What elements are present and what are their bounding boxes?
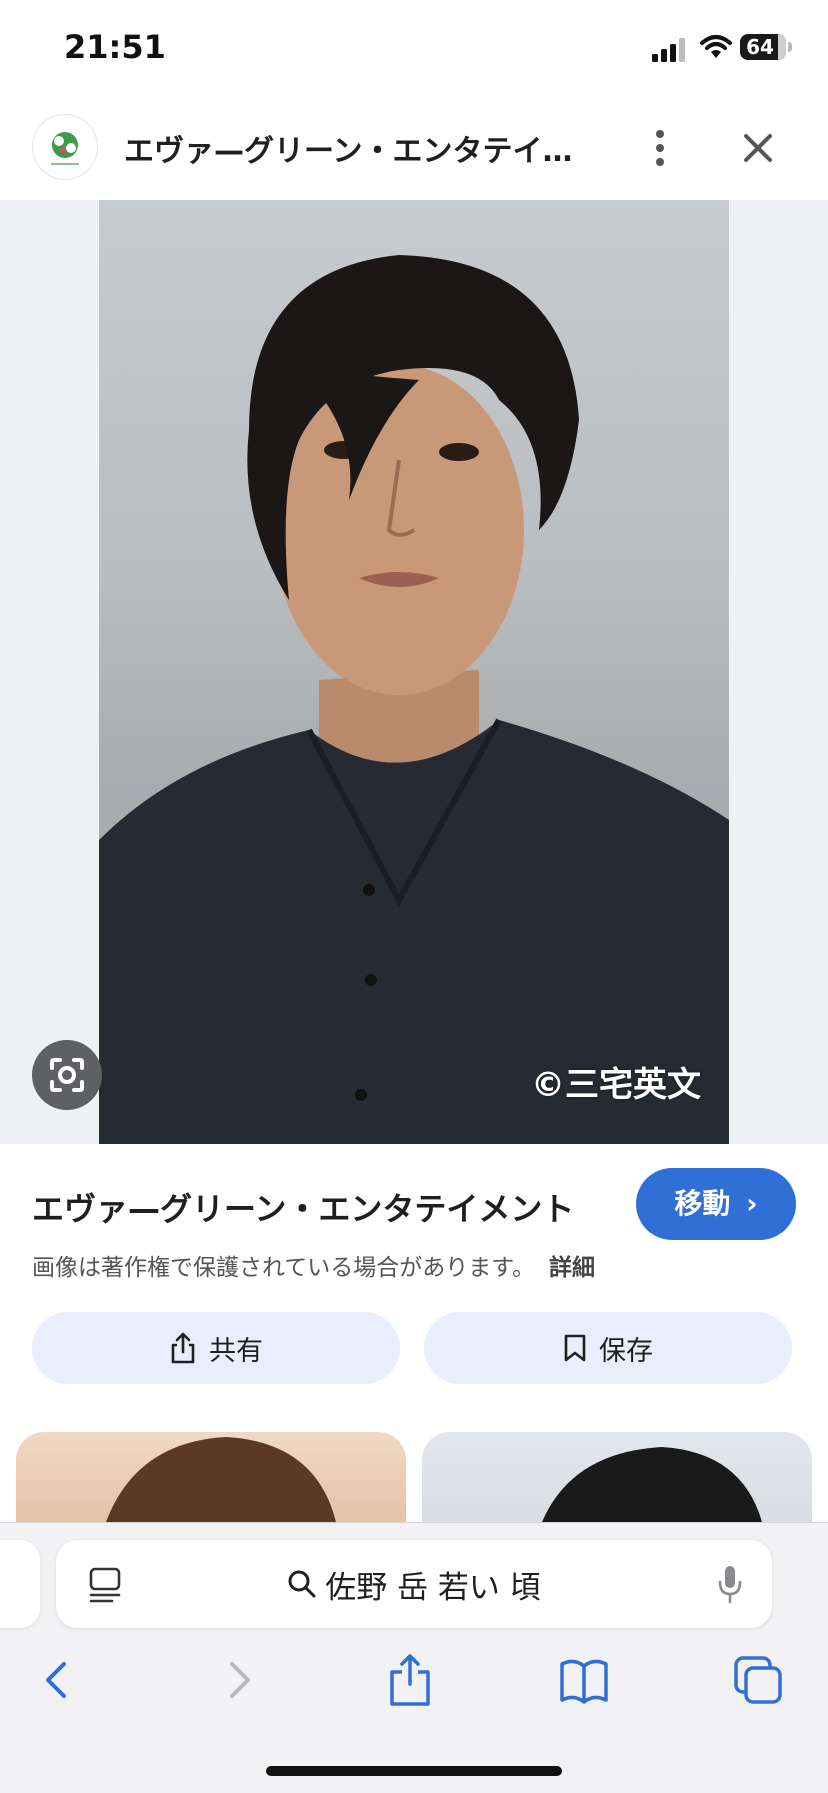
more-options-icon[interactable] [640, 120, 680, 176]
thumbnail-photo [106, 1437, 336, 1522]
portrait-illustration [99, 255, 729, 1144]
battery-level: 64 [746, 35, 774, 59]
save-button-label: 保存 [599, 1335, 653, 1367]
related-image-thumbnail[interactable] [422, 1432, 812, 1522]
share-icon [171, 1332, 195, 1364]
share-button-label: 共有 [209, 1335, 263, 1367]
tabs-icon[interactable] [730, 1652, 790, 1708]
lens-search-icon [50, 1058, 84, 1092]
previous-tab-preview[interactable] [0, 1540, 40, 1628]
save-button[interactable]: 保存 [424, 1312, 792, 1384]
battery-tip [788, 42, 792, 52]
google-lens-button[interactable] [32, 1040, 102, 1110]
microphone-icon[interactable] [716, 1564, 744, 1604]
page-title: エヴァ—グリーン・エンタテイメン… [124, 134, 594, 169]
details-link[interactable]: 詳細 [549, 1255, 595, 1281]
thumbnail-photo [542, 1447, 762, 1522]
bookmark-icon [564, 1334, 586, 1362]
wifi-icon [700, 35, 732, 58]
result-source-title: エヴァ—グリーン・エンタテイメント [32, 1190, 575, 1228]
visit-button-label: 移動 [674, 1187, 731, 1220]
cellular-signal-icon [652, 38, 685, 62]
bookmarks-icon[interactable] [554, 1652, 614, 1708]
share-page-icon[interactable] [380, 1652, 440, 1708]
result-image[interactable]: ©三宅英文 [99, 200, 729, 1144]
search-query: 佐野 岳 若い 頃 [325, 1569, 541, 1606]
copyright-note: 画像は著作権で保護されている場合があります。 詳細 [32, 1248, 595, 1282]
share-button[interactable]: 共有 [32, 1312, 400, 1384]
visit-button[interactable]: 移動 › [636, 1168, 796, 1240]
battery-icon: 64 [740, 34, 786, 60]
chevron-right-icon: › [746, 1187, 758, 1220]
back-icon[interactable] [28, 1652, 88, 1708]
photo-credit-watermark: ©三宅英文 [531, 1065, 701, 1105]
search-icon [288, 1570, 316, 1598]
forward-icon[interactable] [208, 1652, 268, 1708]
address-bar[interactable]: 佐野 岳 若い 頃 [56, 1540, 772, 1628]
status-time: 21:51 [64, 28, 166, 66]
related-image-thumbnail[interactable] [16, 1432, 406, 1522]
copyright-note-text: 画像は著作権で保護されている場合があります。 [32, 1255, 536, 1281]
evergreen-logo-icon [51, 132, 79, 165]
site-favicon[interactable] [32, 114, 98, 180]
home-indicator [266, 1766, 562, 1776]
close-icon[interactable] [730, 120, 786, 176]
